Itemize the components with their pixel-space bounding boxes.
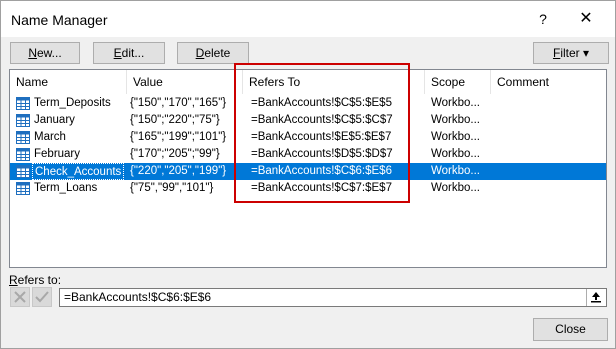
row-value: {"170";"205";"99"} — [130, 148, 220, 160]
row-name: February — [34, 148, 81, 160]
defined-name-table-icon — [16, 182, 30, 195]
delete-button[interactable]: Delete — [177, 42, 249, 64]
title-bar: Name Manager ? ✕ — [1, 1, 615, 37]
row-scope: Workbo... — [431, 165, 480, 177]
column-header-name[interactable]: Name — [10, 70, 127, 94]
defined-name-table-icon — [16, 165, 30, 178]
defined-name-table-icon — [16, 114, 30, 127]
dialog-title: Name Manager — [11, 12, 108, 28]
row-name: January — [34, 114, 75, 126]
cancel-x-icon[interactable] — [10, 287, 30, 307]
row-value: {"150","170","165"} — [130, 97, 227, 109]
defined-name-table-icon — [16, 97, 30, 110]
row-name: March — [34, 131, 66, 143]
row-scope: Workbo... — [431, 114, 480, 126]
refers-to-label: Refers to: — [9, 273, 62, 287]
enter-check-icon[interactable] — [32, 287, 52, 307]
column-header-scope[interactable]: Scope — [425, 70, 491, 94]
defined-name-table-icon — [16, 131, 30, 144]
refers-to-highlight-annotation — [234, 63, 410, 203]
edit-button[interactable]: Edit... — [93, 42, 165, 64]
column-header-value[interactable]: Value — [127, 70, 243, 94]
collapse-dialog-icon[interactable] — [586, 289, 606, 306]
row-scope: Workbo... — [431, 148, 480, 160]
filter-button[interactable]: Filter ▾ — [533, 42, 609, 64]
row-value: {"75","99","101"} — [130, 182, 214, 194]
close-button[interactable]: Close — [533, 318, 608, 341]
row-name: Term_Deposits — [34, 97, 111, 109]
help-icon[interactable]: ? — [533, 8, 553, 30]
row-name: Term_Loans — [34, 182, 98, 194]
row-value: {"165";"199";"101"} — [130, 131, 227, 143]
row-scope: Workbo... — [431, 182, 480, 194]
column-header-comment[interactable]: Comment — [491, 70, 606, 94]
row-value: {"150";"220";"75"} — [130, 114, 220, 126]
row-value: {"220","205","199"} — [130, 165, 227, 177]
new-button[interactable]: New... — [10, 42, 80, 64]
row-scope: Workbo... — [431, 131, 480, 143]
refers-to-input[interactable]: =BankAccounts!$C$6:$E$6 — [59, 288, 607, 307]
defined-name-table-icon — [16, 148, 30, 161]
name-manager-dialog: Name Manager ? ✕ New... Edit... Delete F… — [0, 0, 616, 349]
row-name: Check_Accounts — [32, 163, 125, 180]
row-scope: Workbo... — [431, 97, 480, 109]
close-icon[interactable]: ✕ — [575, 8, 597, 30]
